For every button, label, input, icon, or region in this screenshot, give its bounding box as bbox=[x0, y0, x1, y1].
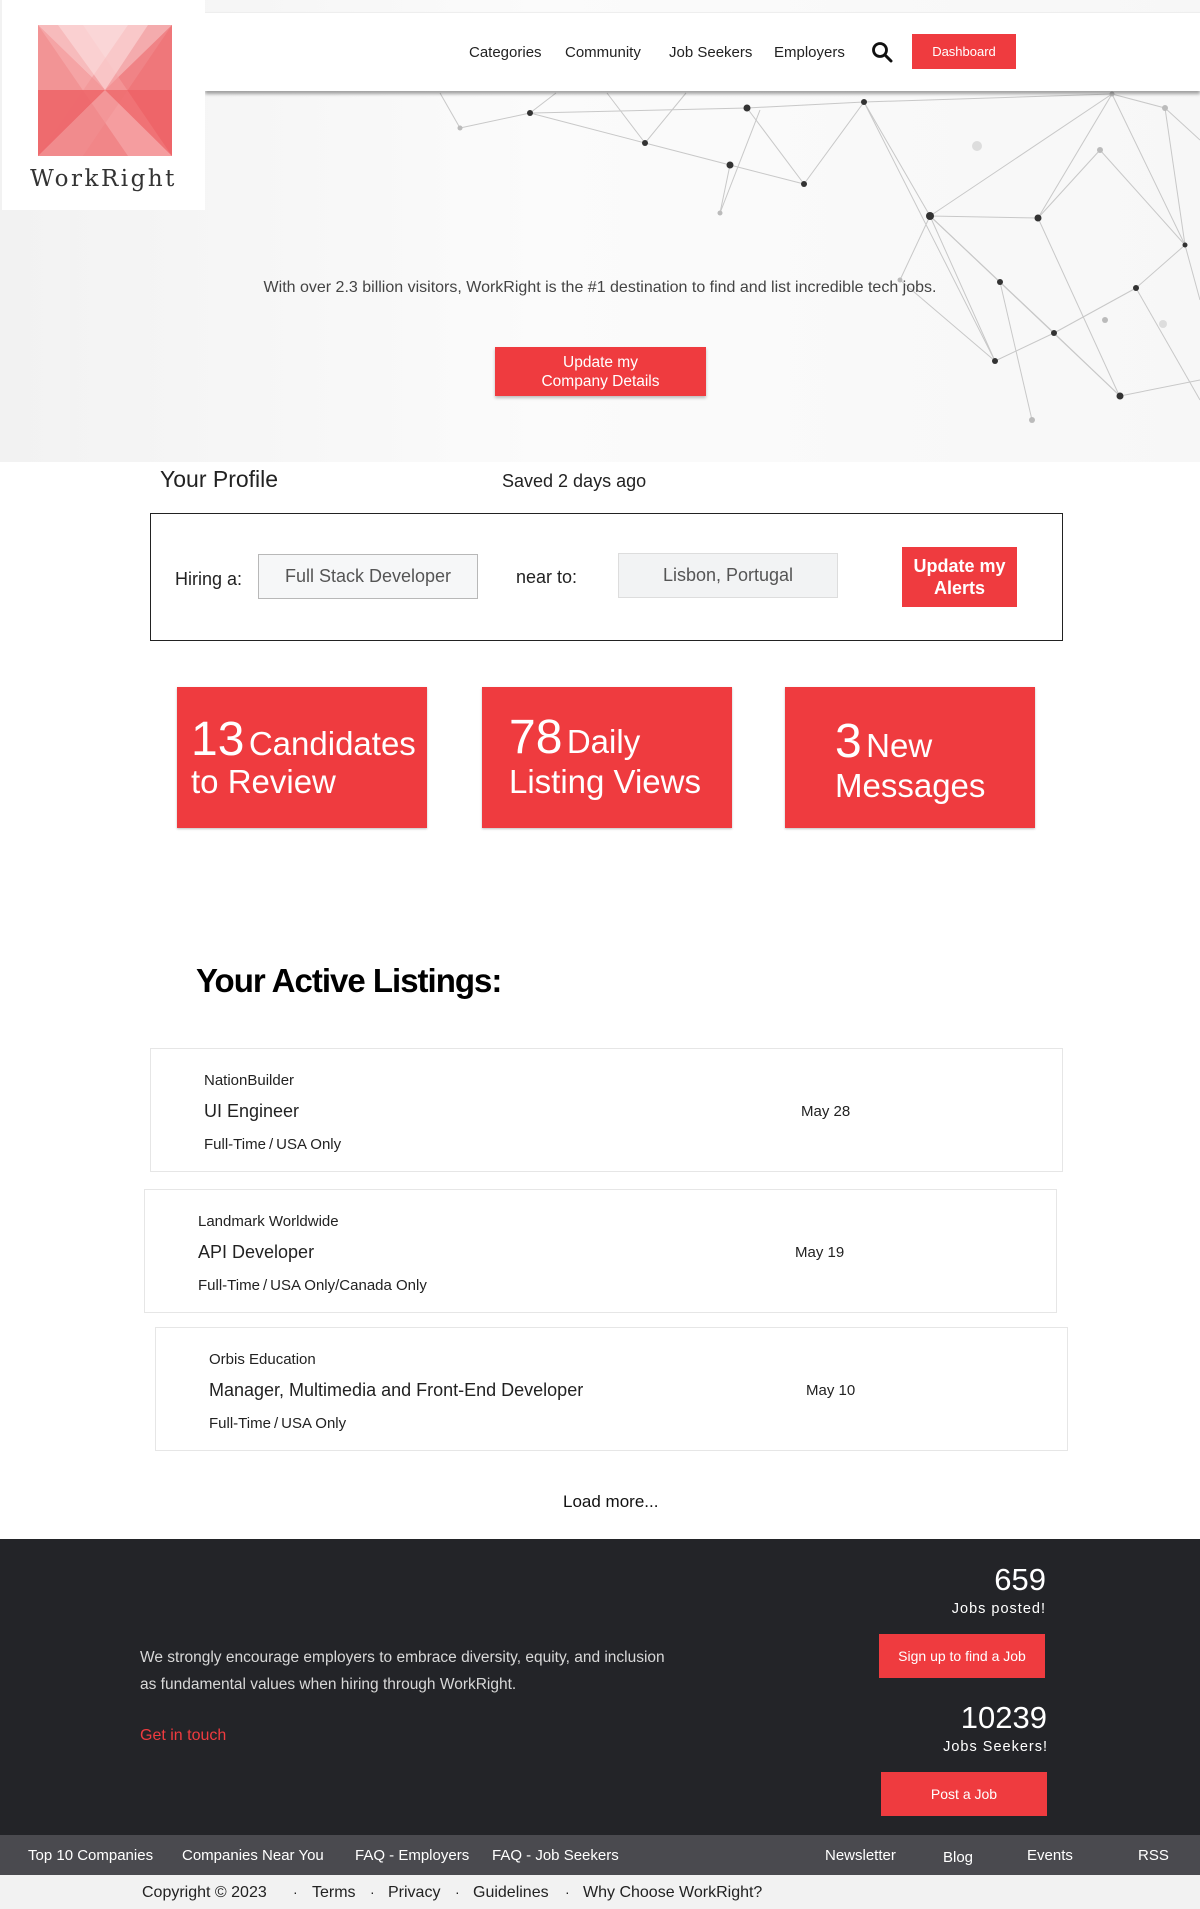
nav-community[interactable]: Community bbox=[565, 44, 641, 61]
listings-title: Your Active Listings: bbox=[196, 962, 502, 999]
update-company-details-button[interactable]: Update my Company Details bbox=[495, 347, 706, 396]
job-seekers-caption: Jobs Seekers! bbox=[943, 1739, 1048, 1755]
get-in-touch-link[interactable]: Get in touch bbox=[140, 1727, 226, 1745]
stat-card-listing-views[interactable]: 78 Daily Listing Views bbox=[482, 687, 732, 828]
stat-caption: to Review bbox=[191, 763, 336, 800]
job-seekers-count: 10239 bbox=[960, 1700, 1047, 1735]
separator-dot: · bbox=[293, 1884, 298, 1900]
profile-title: Your Profile bbox=[160, 466, 279, 492]
footer-link-blog[interactable]: Blog bbox=[943, 1849, 973, 1866]
copyright: Copyright © 2023 bbox=[142, 1884, 267, 1901]
legal-link-why-choose[interactable]: Why Choose WorkRight? bbox=[583, 1884, 762, 1902]
footer-link-companies-near[interactable]: Companies Near You bbox=[182, 1847, 324, 1864]
legal-link-terms[interactable]: Terms bbox=[312, 1884, 356, 1902]
listing-card[interactable]: Landmark Worldwide API Developer Full-Ti… bbox=[144, 1189, 1057, 1313]
location-field[interactable]: Lisbon, Portugal bbox=[618, 553, 838, 598]
listing-date: May 10 bbox=[806, 1382, 856, 1399]
stat-number: 3 bbox=[835, 715, 862, 768]
post-job-button[interactable]: Post a Job bbox=[881, 1772, 1047, 1816]
listing-card[interactable]: NationBuilder UI Engineer Full-Time / US… bbox=[150, 1048, 1063, 1172]
stat-caption: Messages bbox=[835, 767, 986, 804]
button-label-line1: Update my bbox=[563, 354, 638, 371]
footer-link-newsletter[interactable]: Newsletter bbox=[825, 1847, 896, 1864]
nav-categories[interactable]: Categories bbox=[469, 44, 542, 61]
stat-word: New bbox=[866, 727, 933, 764]
footer-statement: We strongly encourage employers to embra… bbox=[140, 1649, 665, 1693]
jobs-posted-caption: Jobs posted! bbox=[951, 1601, 1046, 1617]
dashboard-button[interactable]: Dashboard bbox=[912, 34, 1016, 69]
nav-employers[interactable]: Employers bbox=[774, 44, 845, 61]
listing-company: Landmark Worldwide bbox=[198, 1213, 339, 1230]
button-label-line1: Update my bbox=[913, 556, 1006, 576]
listing-meta: Full-Time / USA Only bbox=[209, 1415, 347, 1432]
stat-card-messages[interactable]: 3 New Messages bbox=[785, 687, 1035, 828]
logo-wordmark: WorkRight bbox=[30, 166, 177, 192]
footer-link-rss[interactable]: RSS bbox=[1138, 1847, 1169, 1864]
listing-meta: Full-Time / USA Only bbox=[204, 1136, 342, 1153]
legal-link-privacy[interactable]: Privacy bbox=[388, 1884, 440, 1902]
logo-mark bbox=[38, 25, 172, 156]
listing-role: Manager, Multimedia and Front-End Develo… bbox=[209, 1380, 584, 1400]
signup-find-job-button[interactable]: Sign up to find a Job bbox=[879, 1634, 1045, 1678]
listing-date: May 28 bbox=[801, 1103, 851, 1120]
stat-word: Candidates bbox=[248, 725, 416, 762]
footer-link-faq-seekers[interactable]: FAQ - Job Seekers bbox=[492, 1847, 619, 1864]
hero-tagline: With over 2.3 billion visitors, WorkRigh… bbox=[263, 279, 937, 296]
stat-caption: Listing Views bbox=[509, 763, 701, 800]
footer-link-faq-employers[interactable]: FAQ - Employers bbox=[355, 1847, 469, 1864]
jobs-posted-count: 659 bbox=[994, 1562, 1046, 1597]
hiring-label: Hiring a: bbox=[175, 569, 243, 589]
hiring-role-field[interactable]: Full Stack Developer bbox=[258, 554, 478, 599]
separator-dot: · bbox=[455, 1884, 460, 1900]
button-label-line2: Alerts bbox=[933, 578, 986, 598]
listing-date: May 19 bbox=[795, 1244, 845, 1261]
listing-role: UI Engineer bbox=[204, 1101, 300, 1121]
near-label: near to: bbox=[516, 567, 578, 587]
listing-company: NationBuilder bbox=[204, 1072, 295, 1089]
footer-link-events[interactable]: Events bbox=[1027, 1847, 1073, 1864]
separator-dot: · bbox=[370, 1884, 375, 1900]
stat-card-candidates[interactable]: 13 Candidates to Review bbox=[177, 687, 427, 828]
listing-role: API Developer bbox=[198, 1242, 315, 1262]
footer-link-top-companies[interactable]: Top 10 Companies bbox=[28, 1847, 153, 1864]
logo[interactable]: WorkRight bbox=[2, 0, 205, 210]
stat-number: 78 bbox=[509, 711, 563, 764]
load-more-link[interactable]: Load more... bbox=[563, 1492, 658, 1512]
search-icon[interactable] bbox=[870, 40, 894, 64]
stat-number: 13 bbox=[191, 713, 245, 766]
stat-word: Daily bbox=[566, 723, 641, 760]
saved-status: Saved 2 days ago bbox=[502, 471, 647, 491]
listing-company: Orbis Education bbox=[209, 1351, 316, 1368]
legal-link-guidelines[interactable]: Guidelines bbox=[473, 1884, 549, 1902]
update-alerts-button[interactable]: Update my Alerts bbox=[902, 547, 1017, 607]
button-label-line2: Company Details bbox=[541, 373, 660, 390]
nav-job-seekers[interactable]: Job Seekers bbox=[669, 44, 752, 61]
listing-card[interactable]: Orbis Education Manager, Multimedia and … bbox=[155, 1327, 1068, 1451]
separator-dot: · bbox=[565, 1884, 570, 1900]
listing-meta: Full-Time / USA Only/Canada Only bbox=[198, 1277, 427, 1294]
